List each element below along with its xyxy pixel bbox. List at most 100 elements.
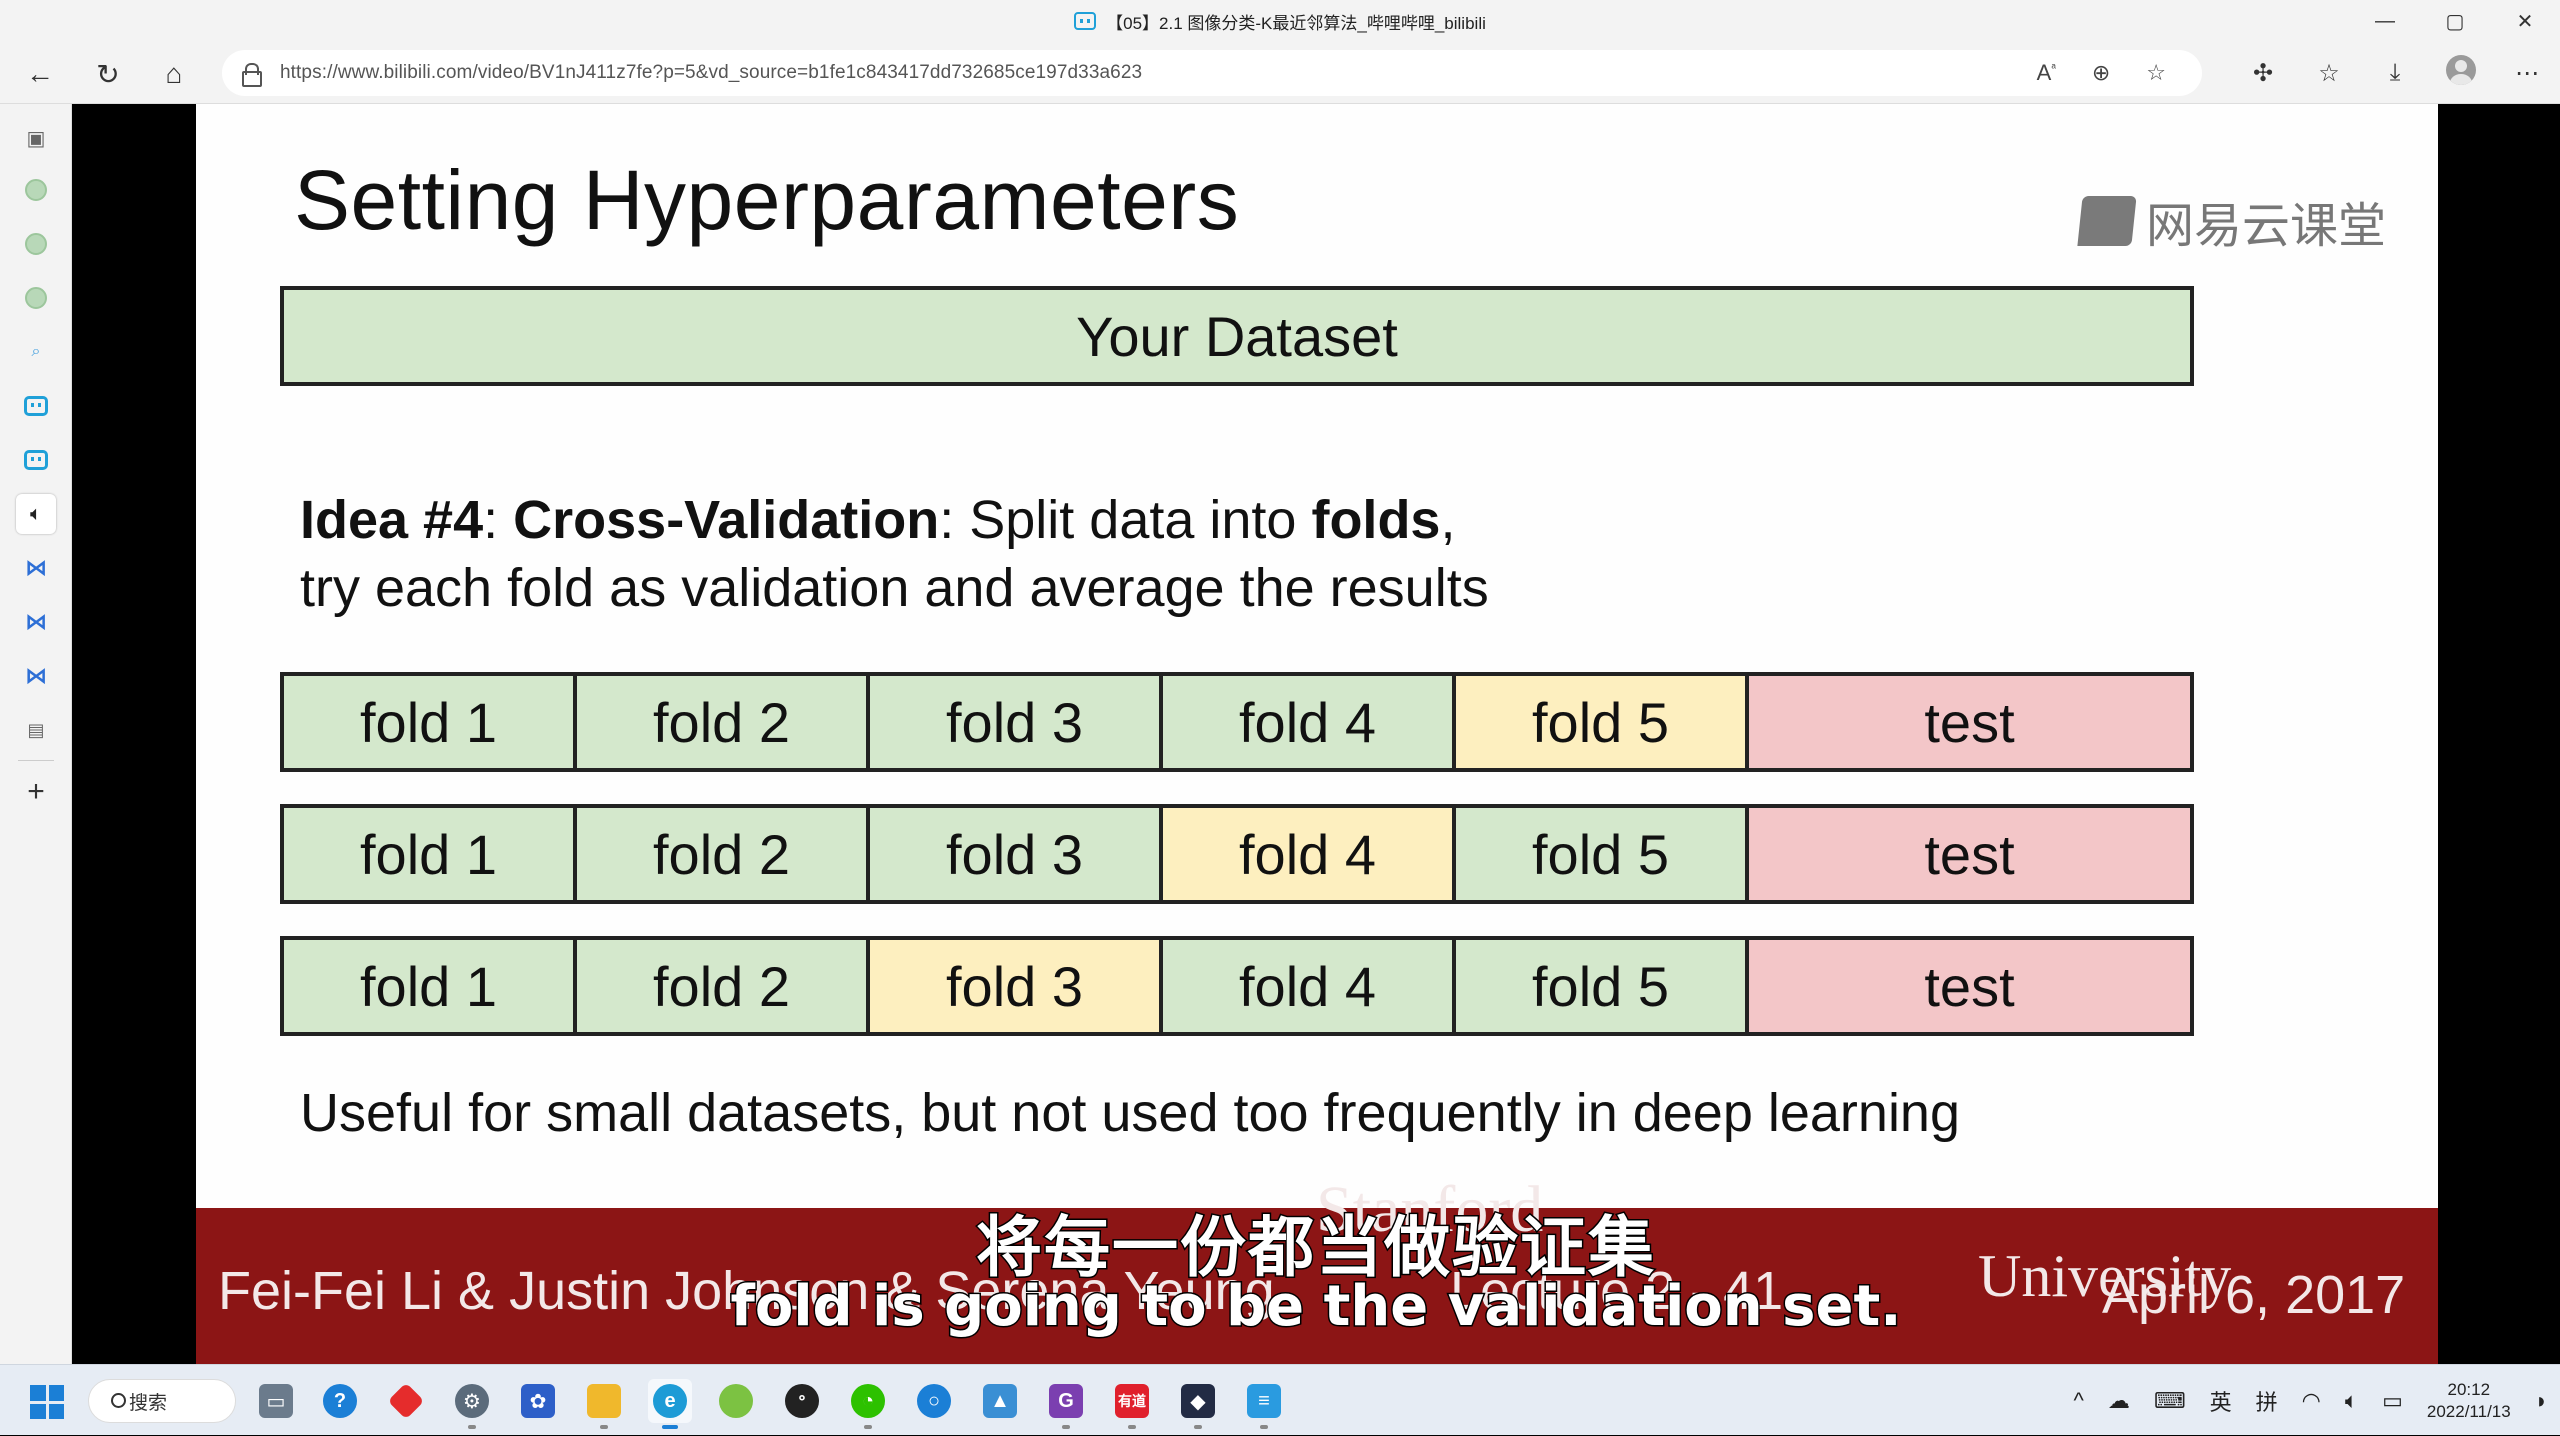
- fold-cell: fold 1: [284, 676, 577, 768]
- refresh-button[interactable]: ↻: [88, 54, 128, 94]
- test-cell: test: [1749, 940, 2190, 1032]
- folder-icon: [587, 1384, 621, 1418]
- wechat-app[interactable]: ◔: [846, 1379, 890, 1429]
- maximize-button[interactable]: ▢: [2420, 0, 2490, 42]
- search-icon[interactable]: ⌕: [16, 332, 56, 372]
- wechat-icon: ◔: [851, 1384, 885, 1418]
- onedrive-icon[interactable]: ☁: [2108, 1388, 2130, 1414]
- start-button[interactable]: [30, 1385, 64, 1419]
- fold-row: fold 1 fold 2 fold 3 fold 4 fold 5 test: [280, 804, 2194, 904]
- fold-cell: fold 2: [577, 808, 870, 900]
- url-host: https://www.bilibili.com: [280, 62, 473, 83]
- extensions-icon[interactable]: ✣: [2230, 59, 2296, 88]
- window-title: 【05】2.1 图像分类-K最近邻算法_哔哩哔哩_bilibili: [1074, 9, 1486, 34]
- idea-text-1: : Split data into: [939, 490, 1312, 550]
- zoom-icon[interactable]: ⊕: [2092, 60, 2110, 86]
- file-explorer-app[interactable]: [582, 1379, 626, 1429]
- tab-avatar-3[interactable]: [16, 278, 56, 318]
- speaker-icon[interactable]: 🔈︎: [2345, 1388, 2358, 1414]
- idea-line-2: try each fold as validation and average …: [300, 558, 1489, 618]
- bilibili-tab-1[interactable]: [16, 386, 56, 426]
- tab-avatar-1[interactable]: [16, 170, 56, 210]
- bilibili-tv-icon: [24, 396, 48, 416]
- test-cell: test: [1749, 808, 2190, 900]
- notification-icon[interactable]: ◗: [2535, 1388, 2548, 1414]
- calendar-tab[interactable]: ▤: [16, 710, 56, 750]
- photos-app[interactable]: ✿: [516, 1379, 560, 1423]
- game-app[interactable]: ◆: [1176, 1379, 1220, 1429]
- battery-icon[interactable]: ▭: [2382, 1388, 2403, 1414]
- bow-tab-1[interactable]: ⋈: [16, 548, 56, 588]
- search-app-icon: ○: [917, 1384, 951, 1418]
- youdao-app[interactable]: 有道: [1110, 1379, 1154, 1429]
- wifi-icon[interactable]: ◠: [2302, 1388, 2321, 1414]
- dataset-box: Your Dataset: [280, 286, 2194, 386]
- settings-app[interactable]: ⚙: [450, 1379, 494, 1429]
- profile-avatar[interactable]: [2428, 54, 2494, 92]
- image-viewer-app[interactable]: ▲: [978, 1379, 1022, 1423]
- read-aloud-icon[interactable]: Aᵃ: [2037, 60, 2056, 86]
- close-button[interactable]: ✕: [2490, 0, 2560, 42]
- input-language[interactable]: 英: [2210, 1385, 2232, 1417]
- browser-toolbar: ← ↻ ⌂ https://www.bilibili.com/video/BV1…: [0, 42, 2560, 104]
- search-app[interactable]: ○: [912, 1379, 956, 1423]
- lock-icon[interactable]: [242, 63, 262, 87]
- bilibili-tv-icon: [24, 450, 48, 470]
- fold-row: fold 1 fold 2 fold 3 fold 4 fold 5 test: [280, 936, 2194, 1036]
- avatar-icon: [25, 179, 47, 201]
- qq-app[interactable]: ᐤ: [780, 1379, 824, 1423]
- home-button[interactable]: ⌂: [154, 54, 194, 94]
- edge-app[interactable]: e: [648, 1379, 692, 1429]
- add-tab-icon[interactable]: +: [16, 772, 56, 812]
- netease-logo: 网易云课堂: [2077, 186, 2386, 256]
- tab-avatar-2[interactable]: [16, 224, 56, 264]
- bow-icon: ⋈: [25, 555, 47, 580]
- red-diamond-icon: [387, 1382, 425, 1420]
- video-player[interactable]: Setting Hyperparameters 网易云课堂 Your Datas…: [72, 104, 2560, 1364]
- notepad-app[interactable]: ≡: [1242, 1379, 1286, 1429]
- input-method[interactable]: 拼: [2256, 1385, 2278, 1417]
- chrome-app[interactable]: [714, 1379, 758, 1423]
- address-bar[interactable]: https://www.bilibili.com/video/BV1nJ411z…: [222, 50, 2202, 96]
- vertical-tabs-sidebar: ▣ ⌕ 🔈︎ ⋈ ⋈ ⋈ ▤ +: [0, 104, 72, 1364]
- bow-icon: ⋈: [25, 609, 47, 634]
- avatar-icon: [2446, 54, 2476, 85]
- red-app[interactable]: [384, 1379, 428, 1423]
- downloads-icon[interactable]: ⤓: [2362, 59, 2428, 87]
- favorites-icon[interactable]: ☆: [2296, 59, 2362, 88]
- fold-cell: fold 5: [1456, 808, 1749, 900]
- back-button[interactable]: ←: [20, 54, 60, 94]
- minimize-button[interactable]: —: [2350, 0, 2420, 42]
- address-bar-icons: Aᵃ ⊕ ☆: [2037, 50, 2166, 96]
- fold-cell: fold 1: [284, 940, 577, 1032]
- avatar-icon: [25, 287, 47, 309]
- bilibili-tab-2[interactable]: [16, 440, 56, 480]
- audio-playing-tab[interactable]: 🔈︎: [16, 494, 56, 534]
- bow-tab-2[interactable]: ⋈: [16, 602, 56, 642]
- task-view-app[interactable]: ▭: [254, 1379, 298, 1423]
- bow-icon: ⋈: [25, 663, 47, 688]
- bow-tab-3[interactable]: ⋈: [16, 656, 56, 696]
- fold-cell: fold 1: [284, 808, 577, 900]
- window-titlebar: 【05】2.1 图像分类-K最近邻算法_哔哩哔哩_bilibili — ▢ ✕: [0, 0, 2560, 42]
- help-app[interactable]: ?: [318, 1379, 362, 1423]
- url-path: /video/BV1nJ411z7fe?p=5&vd_source=b1fe1c…: [472, 62, 1143, 83]
- chevron-up-icon[interactable]: ^: [2074, 1388, 2084, 1414]
- tabs-icon[interactable]: ▣: [16, 118, 56, 158]
- add-favorite-icon[interactable]: ☆: [2146, 60, 2166, 86]
- lecture-slide: Setting Hyperparameters 网易云课堂 Your Datas…: [196, 104, 2438, 1364]
- url-text[interactable]: https://www.bilibili.com/video/BV1nJ411z…: [280, 62, 1142, 84]
- clock[interactable]: 20:12 2022/11/13: [2427, 1379, 2511, 1423]
- fold-cell: fold 5: [1456, 940, 1749, 1032]
- more-icon[interactable]: ⋯: [2494, 59, 2560, 88]
- idea-method: Cross-Validation: [513, 490, 940, 550]
- task-view-icon: ▭: [259, 1384, 293, 1418]
- idea-label: Idea #4: [300, 490, 484, 550]
- pdf-app[interactable]: G: [1044, 1379, 1088, 1429]
- sidebar-separator: [18, 760, 54, 761]
- edge-icon: e: [653, 1384, 687, 1418]
- keyboard-icon[interactable]: ⌨: [2154, 1388, 2186, 1414]
- fold-cell: fold 3: [870, 676, 1163, 768]
- validation-fold-cell: fold 4: [1163, 808, 1456, 900]
- taskbar-search[interactable]: 搜索: [88, 1379, 236, 1423]
